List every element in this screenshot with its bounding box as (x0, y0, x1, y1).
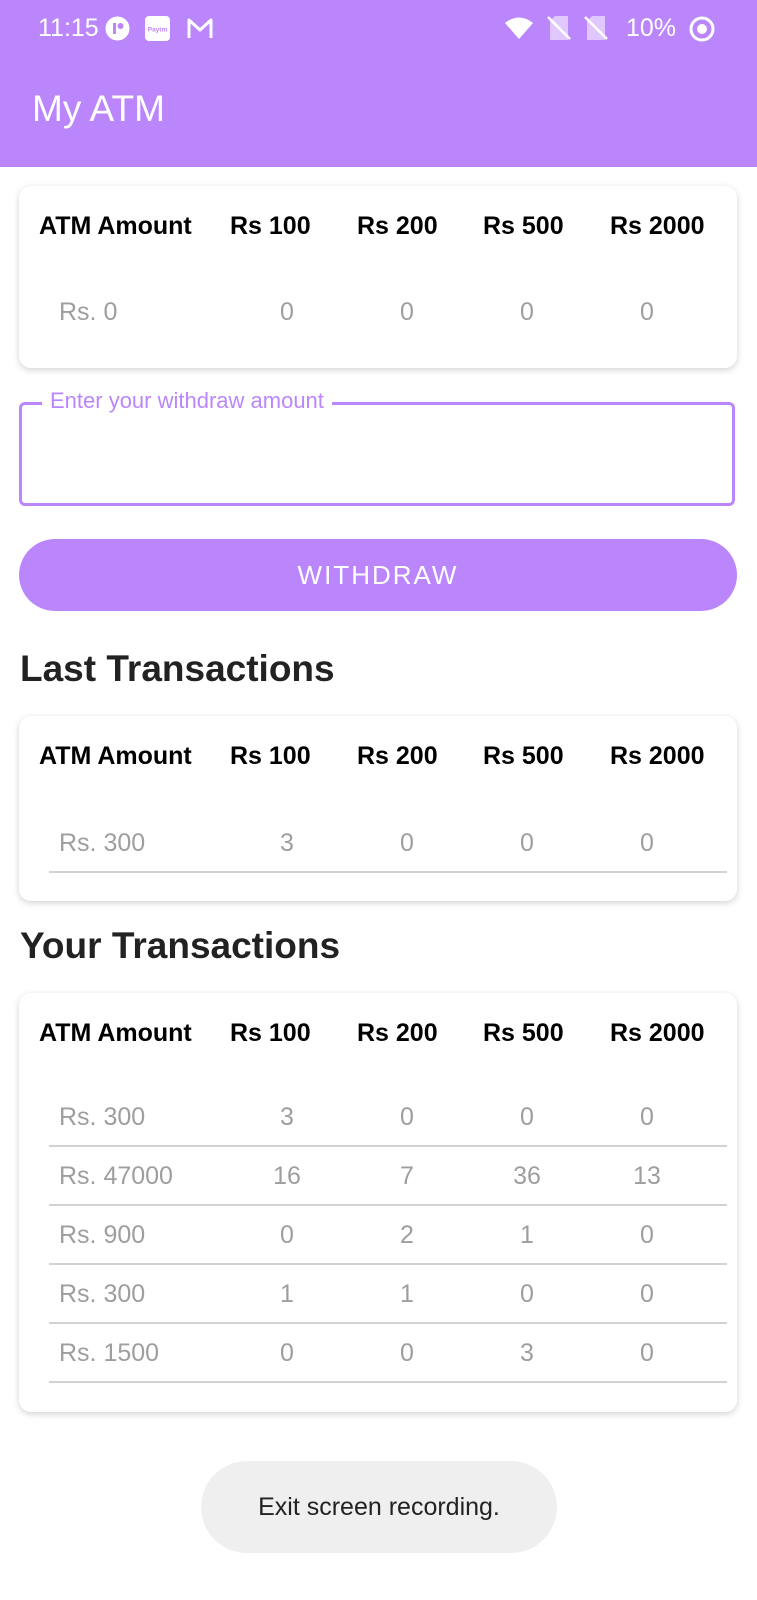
row-amount: Rs. 300 (59, 1280, 146, 1308)
row-count-200: 0 (400, 1103, 414, 1131)
col-header-rs2000: Rs 2000 (610, 1019, 705, 1047)
row-count-2000: 13 (633, 1162, 661, 1190)
table-row: Rs. 900 0 2 1 0 (19, 1206, 737, 1265)
row-count-500: 36 (513, 1162, 541, 1190)
row-count-200: 1 (400, 1280, 414, 1308)
col-header-rs100: Rs 100 (230, 212, 311, 240)
table-row: Rs. 300 1 1 0 0 (19, 1265, 737, 1324)
battery-saver-icon (688, 15, 716, 50)
no-sim-1-icon (547, 15, 571, 48)
col-header-atm-amount: ATM Amount (39, 1019, 192, 1047)
gmail-icon (186, 15, 214, 49)
row-amount: Rs. 1500 (59, 1339, 160, 1367)
no-sim-2-icon (584, 15, 608, 48)
col-header-rs100: Rs 100 (230, 742, 311, 770)
col-header-rs500: Rs 500 (483, 1019, 564, 1047)
row-count-500: 3 (520, 1339, 534, 1367)
table-row: Rs. 47000 16 7 36 13 (19, 1147, 737, 1206)
col-header-rs200: Rs 200 (357, 212, 438, 240)
col-header-rs200: Rs 200 (357, 1019, 438, 1047)
battery-percent: 10% (626, 14, 677, 42)
balance-count-200: 0 (400, 298, 414, 326)
atm-balance-card: ATM Amount Rs 100 Rs 200 Rs 500 Rs 2000 … (19, 186, 737, 368)
row-count-500: 0 (520, 829, 534, 857)
row-count-200: 7 (400, 1162, 414, 1190)
last-transactions-heading: Last Transactions (20, 648, 335, 689)
row-count-500: 1 (520, 1221, 534, 1249)
col-header-rs200: Rs 200 (357, 742, 438, 770)
row-amount: Rs. 47000 (59, 1162, 173, 1190)
wifi-icon (504, 15, 534, 48)
paytm-icon-label: Paytm (148, 27, 168, 34)
row-amount: Rs. 300 (59, 1103, 146, 1131)
your-transactions-heading: Your Transactions (20, 925, 341, 966)
table-row: Rs. 1500 0 0 3 0 (19, 1324, 737, 1383)
col-header-rs500: Rs 500 (483, 212, 564, 240)
withdraw-amount-input[interactable] (48, 441, 692, 483)
balance-count-100: 0 (280, 298, 294, 326)
row-divider (49, 1381, 727, 1383)
row-count-200: 0 (400, 829, 414, 857)
withdraw-button[interactable]: WITHDRAW (19, 539, 737, 611)
status-time: 11:15 (38, 14, 99, 42)
paytm-icon: Paytm (144, 15, 171, 49)
balance-count-500: 0 (520, 298, 534, 326)
row-count-100: 3 (280, 829, 294, 857)
row-count-100: 3 (280, 1103, 294, 1131)
row-count-200: 0 (400, 1339, 414, 1367)
app-bar: 11:15 Paytm 10% My ATM (0, 0, 757, 167)
col-header-atm-amount: ATM Amount (39, 742, 192, 770)
row-amount: Rs. 900 (59, 1221, 146, 1249)
table-row: Rs. 300 3 0 0 0 (19, 814, 737, 873)
table-row: Rs. 300 3 0 0 0 (19, 1088, 737, 1147)
row-count-100: 16 (273, 1162, 301, 1190)
your-transactions-card: ATM Amount Rs 100 Rs 200 Rs 500 Rs 2000 … (19, 993, 737, 1412)
balance-count-2000: 0 (640, 298, 654, 326)
row-count-2000: 0 (640, 829, 654, 857)
col-header-rs500: Rs 500 (483, 742, 564, 770)
balance-row: Rs. 0 0 0 0 0 (19, 283, 737, 342)
row-count-500: 0 (520, 1103, 534, 1131)
row-amount: Rs. 300 (59, 829, 146, 857)
toast-message: Exit screen recording. (201, 1461, 557, 1553)
row-count-100: 1 (280, 1280, 294, 1308)
row-count-2000: 0 (640, 1103, 654, 1131)
col-header-rs100: Rs 100 (230, 1019, 311, 1047)
withdraw-amount-label: Enter your withdraw amount (42, 388, 332, 414)
row-count-100: 0 (280, 1339, 294, 1367)
balance-amount: Rs. 0 (59, 298, 118, 326)
chat-app-icon (104, 15, 131, 49)
row-divider (49, 871, 727, 873)
col-header-rs2000: Rs 2000 (610, 742, 705, 770)
row-count-100: 0 (280, 1221, 294, 1249)
page-title: My ATM (32, 88, 165, 129)
last-transactions-card: ATM Amount Rs 100 Rs 200 Rs 500 Rs 2000 … (19, 716, 737, 901)
row-count-2000: 0 (640, 1221, 654, 1249)
col-header-atm-amount: ATM Amount (39, 212, 192, 240)
col-header-rs2000: Rs 2000 (610, 212, 705, 240)
row-count-500: 0 (520, 1280, 534, 1308)
status-bar: 11:15 Paytm 10% (0, 0, 757, 58)
row-count-200: 2 (400, 1221, 414, 1249)
row-count-2000: 0 (640, 1280, 654, 1308)
withdraw-amount-field[interactable]: Enter your withdraw amount (19, 388, 735, 506)
row-count-2000: 0 (640, 1339, 654, 1367)
